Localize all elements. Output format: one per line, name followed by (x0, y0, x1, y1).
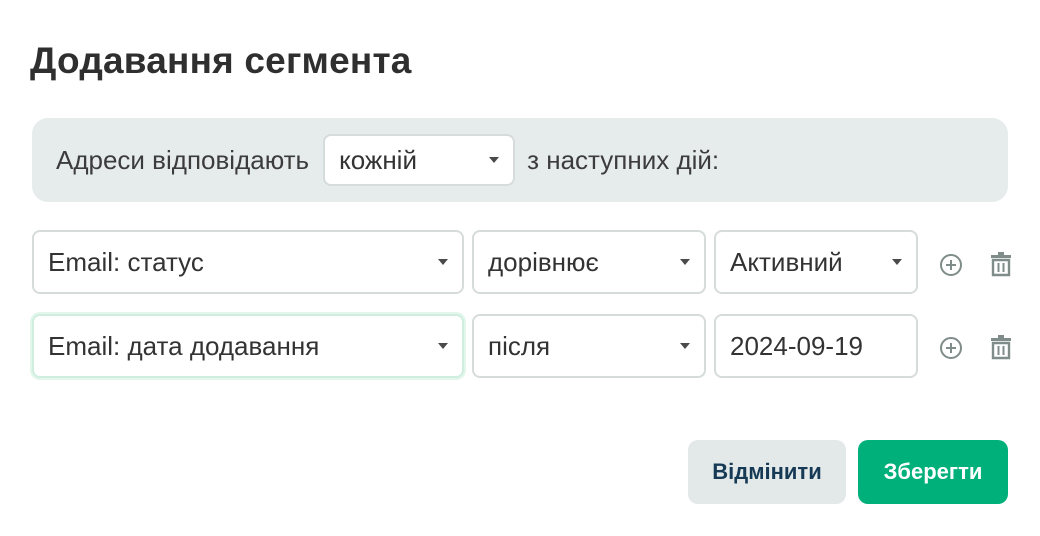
chevron-down-icon (680, 259, 690, 265)
chevron-down-icon (680, 343, 690, 349)
condition-operator-value: після (488, 330, 551, 361)
condition-field-value: Email: статус (48, 246, 204, 277)
condition-field-select[interactable]: Email: дата додавання (32, 314, 464, 378)
trash-icon (991, 335, 1011, 360)
match-mode-select[interactable]: кожній (323, 134, 516, 186)
condition-operator-select[interactable]: після (472, 314, 706, 378)
condition-date-input[interactable]: 2024-09-19 (714, 314, 918, 378)
plus-circle-icon (940, 337, 962, 359)
delete-condition-button[interactable] (988, 334, 1014, 360)
condition-operator-select[interactable]: дорівнює (472, 230, 706, 294)
trash-icon (991, 252, 1011, 277)
chevron-down-icon (489, 157, 500, 163)
delete-condition-button[interactable] (988, 251, 1014, 277)
cancel-button[interactable]: Відмінити (688, 440, 846, 504)
condition-operator-value: дорівнює (488, 246, 599, 277)
condition-value-select[interactable]: Активний (714, 230, 918, 294)
add-condition-button[interactable] (938, 335, 964, 361)
condition-field-select[interactable]: Email: статус (32, 230, 464, 294)
plus-circle-icon (940, 254, 962, 276)
chevron-down-icon (438, 343, 448, 349)
condition-field-value: Email: дата додавання (48, 330, 320, 361)
add-condition-button[interactable] (938, 252, 964, 278)
condition-value: Активний (730, 246, 843, 277)
match-mode-bar: Адреси відповідають кожній з наступних д… (32, 118, 1008, 202)
match-prefix-label: Адреси відповідають (56, 144, 310, 175)
chevron-down-icon (892, 259, 902, 265)
save-button[interactable]: Зберегти (858, 440, 1008, 504)
chevron-down-icon (438, 259, 448, 265)
match-mode-value: кожній (339, 144, 417, 175)
dialog-title: Додавання сегмента (30, 40, 412, 81)
match-suffix-label: з наступних дій: (527, 144, 720, 175)
condition-value: 2024-09-19 (730, 330, 863, 361)
